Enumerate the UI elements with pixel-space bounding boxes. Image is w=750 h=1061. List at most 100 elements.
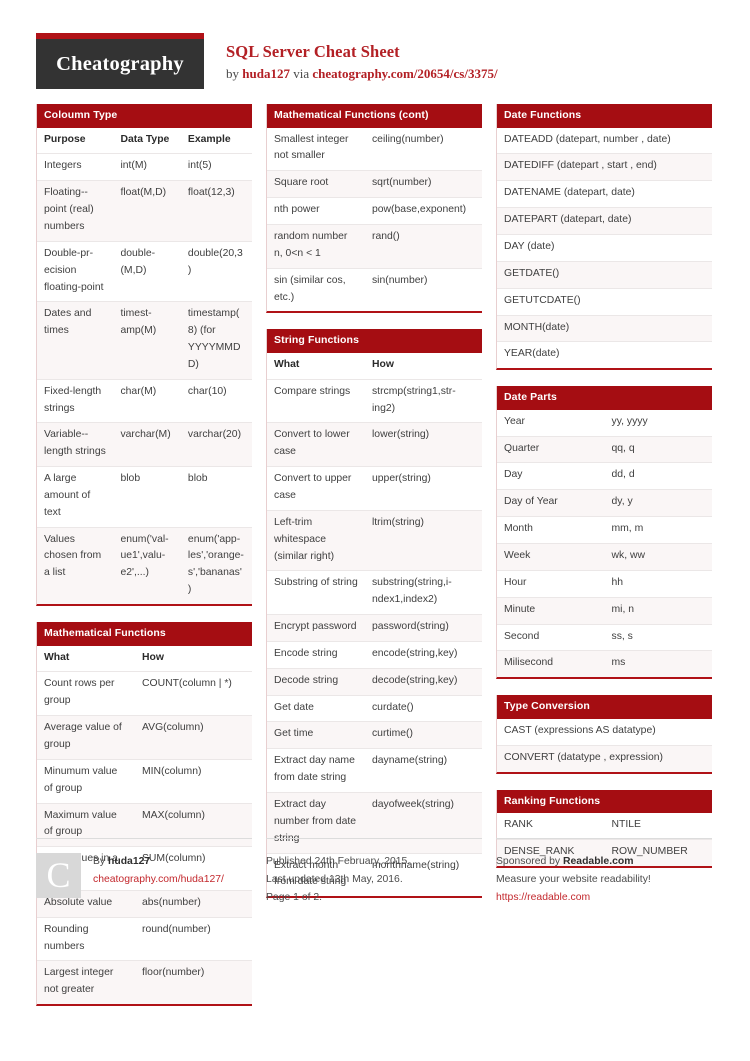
cell-purpose: Integers	[37, 153, 114, 181]
table-header-row: Purpose Data Type Example	[37, 127, 252, 154]
table-row: Substring of string substring(string,i­n…	[267, 570, 482, 615]
table-row: DAY (date)	[497, 233, 712, 262]
cell-how: password(string)	[364, 614, 482, 642]
table-row: Compare strings strcmp(string1,str­ing2)	[267, 378, 482, 423]
cheatography-logo[interactable]: Cheatography	[36, 33, 204, 89]
cell-what: sin (similar cos, etc.)	[267, 267, 365, 312]
card-title-type-conversion: Type Conversion	[497, 695, 712, 719]
table-row: Milisecond ms	[497, 650, 712, 678]
card-string-functions: String Functions What How Compare string…	[266, 329, 482, 899]
cell-data-type: int(M)	[113, 153, 181, 181]
table-row: Values chosen from a list enum('val­ue1'…	[37, 526, 252, 604]
author-name: huda127	[242, 65, 290, 81]
table-row: CAST (expressions AS datatype)	[497, 718, 712, 746]
page-footer: C By huda127 cheatography.com/huda127/ P…	[36, 838, 714, 907]
cell-data-type: char(M)	[113, 378, 181, 423]
logo-text: Cheatography	[56, 52, 184, 75]
cell-date-function: DATENAME (datepart, date)	[497, 180, 712, 208]
table-date-parts: Year yy, yyyy Quarter qq, q Day dd, d Da…	[497, 409, 712, 678]
table-row: Extract day name from date string daynam…	[267, 748, 482, 793]
table-row: Square root sqrt(number)	[267, 170, 482, 198]
table-mathematical-functions: What How Count rows per group COUNT(colu…	[37, 645, 252, 1005]
cell-date-part-value: yy, yyyy	[604, 409, 712, 437]
table-row: Hour hh	[497, 569, 712, 598]
cell-how: substring(string,i­ndex1,index2)	[364, 570, 482, 615]
cell-what: Decode string	[267, 667, 365, 696]
card-type-conversion: Type Conversion CAST (expressions AS dat…	[496, 695, 712, 774]
footer-author-block: C By huda127 cheatography.com/huda127/	[36, 838, 252, 907]
cell-date-function: MONTH(date)	[497, 314, 712, 342]
cell-date-part-value: mm, m	[604, 516, 712, 544]
card-mathematical-functions: Mathematical Functions What How Count ro…	[36, 622, 252, 1007]
cell-date-part-name: Month	[497, 516, 605, 544]
table-row: Integers int(M) int(5)	[37, 153, 252, 181]
footer-author-text: By huda127 cheatography.com/huda127/	[93, 853, 224, 889]
cell-purpose: Dates and times	[37, 301, 114, 380]
cell-date-function: DATEDIFF (datepart , start , end)	[497, 153, 712, 181]
table-type-conversion: CAST (expressions AS datatype) CONVERT (…	[497, 718, 712, 772]
footer-updated: Last updated 13th May, 2016.	[266, 873, 403, 885]
title-block: SQL Server Cheat Sheet by huda127 via ch…	[204, 33, 498, 83]
col-header-what: What	[37, 645, 135, 672]
cell-data-type: float(M,D)	[113, 180, 181, 242]
table-row: A large amount of text blob blob	[37, 466, 252, 528]
cell-date-function: GETUTCDATE()	[497, 287, 712, 315]
table-row: YEAR(date)	[497, 341, 712, 369]
footer-author-name: huda127	[108, 856, 151, 867]
cell-data-type: varchar(M)	[113, 422, 181, 467]
table-row: Encode string encode(string,key)	[267, 640, 482, 669]
cell-what: Largest integer not greater	[37, 960, 135, 1005]
card-title-mathematical-functions: Mathematical Functions	[37, 622, 252, 646]
cell-date-part-value: ms	[604, 650, 712, 678]
col-header-what: What	[267, 352, 365, 380]
cell-date-function: YEAR(date)	[497, 341, 712, 369]
footer-sponsor-link[interactable]: https://readable.com	[496, 892, 590, 903]
source-url-link[interactable]: cheatography.com/20654/cs/3375/	[312, 66, 497, 81]
table-date-functions: DATEADD (datepart, number , date) DATEDI…	[497, 127, 712, 369]
cell-what: Encode string	[267, 640, 365, 669]
footer-page-number: Page 1 of 2.	[266, 891, 323, 903]
cell-date-function: DAY (date)	[497, 233, 712, 262]
footer-author-link[interactable]: cheatography.com/huda127/	[93, 874, 224, 885]
cell-example: float(12,3)	[180, 180, 252, 242]
cell-data-type: blob	[113, 466, 181, 528]
table-row: Convert to lower case lower(string)	[267, 422, 482, 467]
cell-example: timestamp(8) (for YYYYMMDD)	[180, 301, 252, 380]
cell-example: enum('app­les','orange­s','bananas')	[180, 526, 252, 604]
cell-date-part-name: Second	[497, 623, 605, 651]
cell-example: varchar(20)	[180, 422, 252, 467]
cell-ranking-left: RANK	[497, 813, 605, 840]
cell-what: Get time	[267, 721, 365, 749]
cell-purpose: Values chosen from a list	[37, 526, 114, 604]
cell-data-type: enum('val­ue1',valu­e2',...)	[113, 526, 181, 604]
table-row: Convert to upper case upper(string)	[267, 466, 482, 511]
footer-sponsor-tagline: Measure your website readability!	[496, 873, 651, 885]
table-row: Count rows per group COUNT(column | *)	[37, 671, 252, 716]
cell-date-part-name: Quarter	[497, 435, 605, 463]
table-row: DATENAME (datepart, date)	[497, 180, 712, 208]
cell-date-part-value: qq, q	[604, 435, 712, 463]
cell-how: COUNT(column | *)	[134, 671, 252, 716]
card-date-functions: Date Functions DATEADD (datepart, number…	[496, 104, 712, 371]
cell-how: AVG(column)	[134, 715, 252, 760]
table-row: Month mm, m	[497, 516, 712, 544]
cell-what: Count rows per group	[37, 671, 135, 716]
by-prefix: by	[226, 65, 243, 81]
cell-how: ceiling(number)	[364, 127, 482, 171]
cell-what: Substring of string	[267, 570, 365, 615]
cell-how: sin(number)	[364, 267, 482, 312]
column-2: Mathematical Functions (cont) Smallest i…	[266, 104, 482, 914]
cell-example: double(20,3)	[180, 240, 252, 302]
table-row: Variable--length strings varchar(M) varc…	[37, 422, 252, 467]
card-title-coloumn-type: Coloumn Type	[37, 104, 252, 128]
cell-how: lower(string)	[364, 422, 482, 467]
card-title-date-functions: Date Functions	[497, 104, 712, 128]
footer-sponsor-url-wrap: https://readable.com	[496, 889, 712, 907]
cell-date-part-value: wk, ww	[604, 543, 712, 571]
cell-what: Convert to lower case	[267, 422, 365, 467]
table-row: nth power pow(base,exp­onent)	[267, 197, 482, 225]
table-row: Rounding numbers round(number)	[37, 916, 252, 961]
cell-what: Encrypt password	[267, 614, 365, 642]
table-row: Get time curtime()	[267, 721, 482, 749]
table-header-row: What How	[37, 645, 252, 672]
